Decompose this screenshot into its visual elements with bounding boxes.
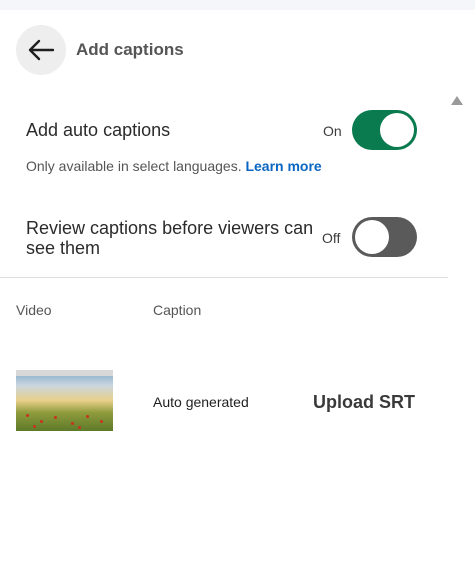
page-title: Add captions: [76, 40, 184, 59]
divider: [0, 277, 448, 278]
availability-hint: Only available in select languages. Lear…: [26, 158, 322, 174]
auto-captions-label: Add auto captions: [26, 120, 171, 140]
scroll-up-icon[interactable]: [451, 96, 463, 105]
thumbnail-bar: [16, 370, 113, 376]
top-strip: [0, 0, 475, 10]
toggle-knob: [355, 220, 389, 254]
learn-more-link[interactable]: Learn more: [245, 158, 321, 174]
review-captions-toggle[interactable]: [352, 217, 417, 257]
video-column-header: Video: [16, 302, 52, 318]
captions-panel: Add captions Add auto captions On Only a…: [0, 10, 448, 579]
arrow-left-icon: [28, 39, 55, 61]
upload-srt-button[interactable]: Upload SRT: [313, 392, 415, 413]
hint-text: Only available in select languages.: [26, 158, 242, 174]
auto-captions-toggle[interactable]: [352, 110, 417, 150]
back-button[interactable]: [16, 25, 66, 75]
caption-column-header: Caption: [153, 302, 202, 318]
video-thumbnail: [16, 370, 113, 431]
review-captions-state: Off: [322, 230, 341, 246]
review-captions-label: Review captions before viewers can see t…: [26, 218, 314, 258]
toggle-knob: [380, 113, 414, 147]
caption-status: Auto generated: [153, 394, 249, 410]
auto-captions-state: On: [323, 123, 342, 139]
